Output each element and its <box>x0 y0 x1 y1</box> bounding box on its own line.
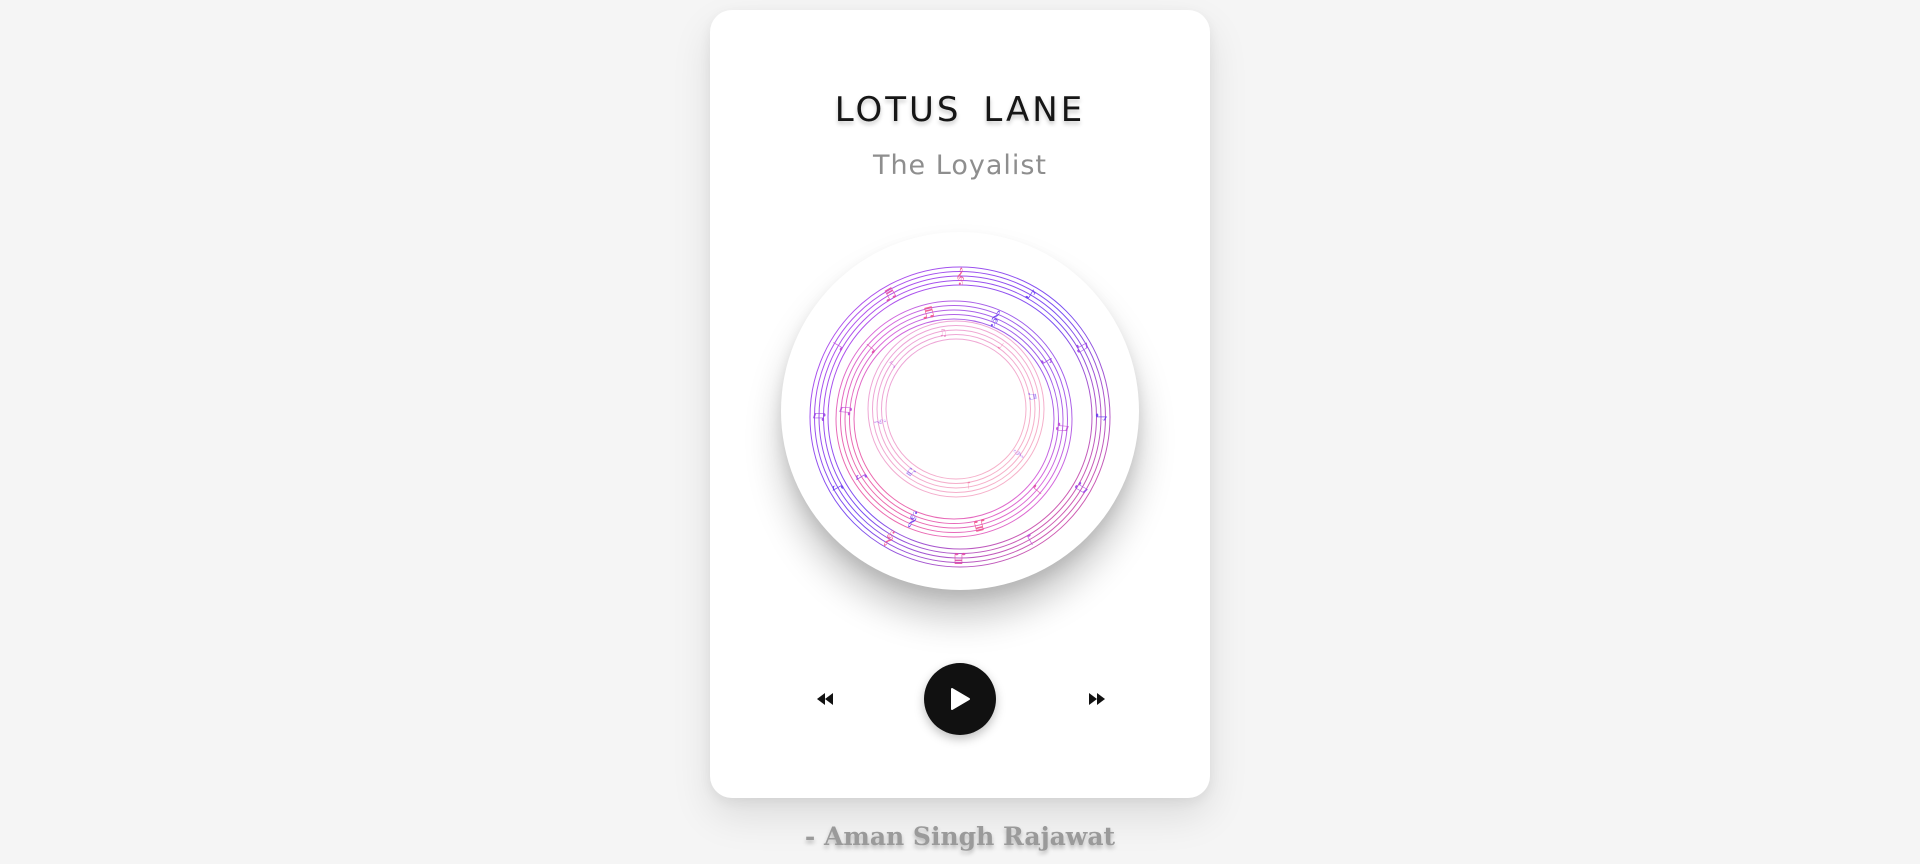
staff-line <box>835 300 1073 538</box>
music-note-icon: ♬ <box>919 303 936 324</box>
music-note-icon: ♫ <box>938 327 949 339</box>
staff-line <box>872 325 1040 493</box>
music-note-icon: ♬ <box>971 514 988 535</box>
music-note-icon: ♬ <box>953 549 966 567</box>
previous-button[interactable] <box>810 663 840 735</box>
music-note-icon: ♬ <box>879 284 900 306</box>
page: LOTUS LANE The Loyalist ♪ ♫ ♩ ♬ 𝄞 ♪ ♫ ♩ … <box>0 0 1920 864</box>
music-note-icon: ♬ <box>1025 391 1037 402</box>
music-note-icon: ♩ <box>966 479 973 491</box>
rewind-icon <box>817 693 833 705</box>
staff-line <box>885 338 1027 480</box>
next-button[interactable] <box>1082 663 1112 735</box>
play-button[interactable] <box>924 663 996 735</box>
music-note-icon: 𝄞 <box>956 267 965 285</box>
staff-line <box>881 334 1031 484</box>
fast-forward-icon <box>1089 693 1105 705</box>
author-credit: - Aman Singh Rajawat <box>804 822 1116 851</box>
music-note-icon: ♪ <box>1092 412 1110 422</box>
album-art-disc: ♪ ♫ ♩ ♬ 𝄞 ♪ ♫ ♩ ♬ 𝄞 ♪ ♫ ♩ ♬ 𝄞 ♪ ♫ ♩ ♬ 𝄞 ♪ ♫ ♩ ♬ 𝄞 ♪ ♫ ♩ ♬ 𝄞 <box>781 232 1139 590</box>
staff-line <box>809 266 1111 568</box>
song-title: LOTUS LANE <box>834 90 1086 130</box>
music-note-icon: ♫ <box>1071 336 1093 357</box>
music-note-icon: ♫ <box>836 404 855 419</box>
music-player-card: LOTUS LANE The Loyalist ♪ ♫ ♩ ♬ 𝄞 ♪ ♫ ♩ … <box>710 10 1210 798</box>
artist-name: The Loyalist <box>872 150 1048 181</box>
music-notes-circle-icon: ♪♫♩♬𝄞♪♫♩♬𝄞♪♫♩♬𝄞♪♫♩♬ 𝄞♪♫♩♬𝄞♪♫♩♬𝄞 <box>809 266 1111 568</box>
staff-line <box>876 329 1036 489</box>
music-note-icon: ♩ <box>828 339 847 354</box>
play-icon <box>951 688 970 710</box>
staff-line <box>840 305 1068 533</box>
music-note-icon: 𝄞 <box>874 418 887 426</box>
staff-line <box>867 320 1045 498</box>
music-note-icon: ♫ <box>810 410 828 423</box>
playback-controls <box>710 663 1210 735</box>
staff-line <box>827 284 1093 550</box>
music-note-icon: ♫ <box>1053 419 1072 434</box>
music-note-icon: ♫ <box>1071 477 1093 498</box>
music-note-icon: ♩ <box>1023 530 1038 549</box>
